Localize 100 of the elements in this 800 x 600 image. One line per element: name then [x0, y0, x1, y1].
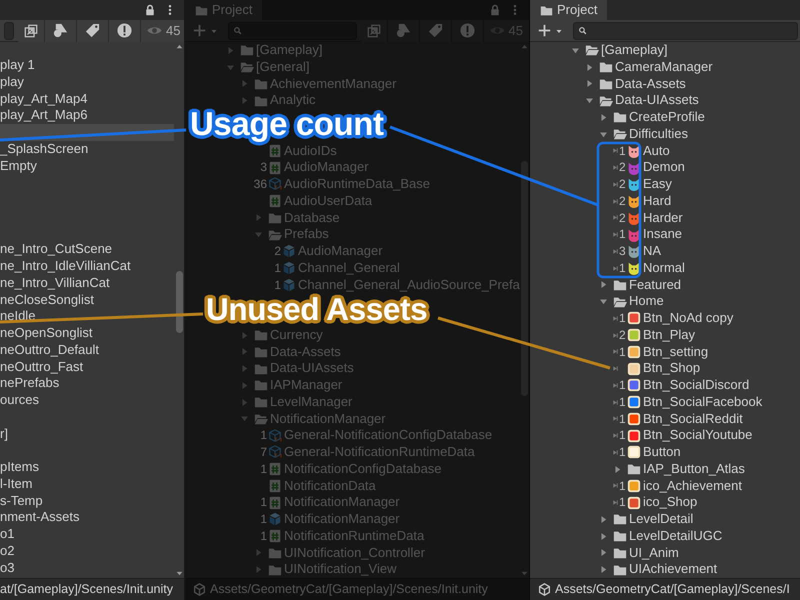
unused-assets-button[interactable]: [108, 20, 140, 42]
project-tab[interactable]: Project: [530, 0, 608, 20]
scene-item-label[interactable]: neIdle: [0, 308, 36, 324]
tree-item-label[interactable]: Hard: [643, 192, 672, 210]
sub-asset-arrow-icon[interactable]: [612, 365, 619, 372]
search-field[interactable]: [4, 22, 14, 40]
usage-count: 2: [619, 192, 626, 210]
tree-item-label[interactable]: Harder: [643, 210, 683, 226]
scene-item-label[interactable]: neOpenSonglist: [0, 325, 93, 340]
folder-icon: [240, 43, 254, 58]
tree-item-label[interactable]: [Gameplay]: [601, 42, 668, 59]
scene-item-label[interactable]: nment-Assets: [0, 509, 80, 524]
scene-item-label[interactable]: neCloseSonglist: [0, 292, 94, 306]
sub-asset-arrow-icon[interactable]: [612, 264, 619, 272]
sub-asset-arrow-icon[interactable]: [612, 214, 619, 222]
warning-icon: [117, 23, 132, 38]
sub-asset-arrow-icon[interactable]: [612, 482, 619, 490]
hidden-packages-toggle[interactable]: 45: [140, 20, 184, 42]
scene-item-label[interactable]: o3: [0, 560, 14, 574]
sub-asset-arrow-icon[interactable]: [612, 332, 619, 339]
scene-item-label[interactable]: play_Art_Map4: [0, 90, 88, 106]
lock-icon[interactable]: [144, 4, 156, 16]
scene-item-label[interactable]: o2: [0, 542, 14, 558]
tree-item-label[interactable]: Btn_Shop: [643, 360, 700, 377]
scene-item-label[interactable]: l-Item: [0, 476, 32, 491]
scene-item-label[interactable]: neOuttro_Fast: [0, 358, 84, 374]
sub-asset-arrow-icon[interactable]: [612, 432, 619, 440]
tree-item-label[interactable]: Featured: [629, 276, 682, 294]
tree-item-label[interactable]: ico_Achievement: [643, 478, 742, 494]
sub-asset-arrow-icon[interactable]: [612, 248, 619, 255]
script-icon: [268, 496, 282, 510]
sub-asset-arrow-icon[interactable]: [612, 348, 619, 356]
sub-asset-arrow-icon[interactable]: [612, 180, 619, 188]
tree-item-label[interactable]: Data-UIAssets: [615, 92, 699, 109]
tree-item-label[interactable]: Home: [629, 293, 664, 310]
sub-asset-arrow-icon[interactable]: [612, 398, 619, 406]
tree-item-label[interactable]: Btn_SocialFacebook: [643, 394, 762, 410]
tree-item-label[interactable]: Insane: [643, 226, 682, 243]
tree-item-label[interactable]: CreateProfile: [629, 109, 705, 126]
tree-item-label[interactable]: LevelDetailUGC: [629, 528, 722, 544]
usage-count: 2: [619, 176, 626, 193]
scene-item-label[interactable]: play: [0, 74, 24, 89]
scene-item-label[interactable]: ne_Intro_VillianCat: [0, 274, 110, 290]
sub-asset-arrow-icon[interactable]: [612, 147, 619, 154]
tree-item-label[interactable]: Button: [643, 444, 681, 461]
folder-icon: [540, 4, 553, 16]
scene-item-label[interactable]: ources: [0, 392, 40, 407]
scrollbar-thumb[interactable]: [520, 161, 528, 396]
tree-item-label[interactable]: Easy: [643, 176, 672, 193]
scene-item-label[interactable]: ne_Intro_CutScene: [0, 241, 112, 256]
tree-item-label[interactable]: IAP_Button_Atlas: [643, 460, 745, 478]
tree-item-label[interactable]: NA: [643, 243, 662, 260]
scene-item-label[interactable]: ne_Intro_IdleVillianCat: [0, 258, 131, 273]
search-field[interactable]: [228, 22, 357, 40]
scene-item-label[interactable]: nePrefabs: [0, 375, 60, 390]
scene-item-label[interactable]: play 1: [0, 57, 35, 72]
open-folder-icon: [268, 228, 282, 242]
scene-item-label[interactable]: o1: [0, 526, 14, 541]
tree-item-label[interactable]: Btn_SocialDiscord: [643, 377, 750, 394]
scene-item-label[interactable]: Empty: [0, 158, 37, 172]
tree-item-label[interactable]: Btn_SocialYoutube: [643, 427, 752, 444]
scene-item-label[interactable]: neOuttro_Default: [0, 342, 100, 357]
tree-item-label[interactable]: Auto: [643, 142, 670, 160]
scene-item-label[interactable]: _SplashScreen: [0, 140, 88, 156]
filter-type-button[interactable]: [44, 20, 76, 42]
usage-count: 1: [619, 344, 626, 360]
tree-item-label[interactable]: ico_Shop: [643, 494, 698, 511]
usage-count: 1: [619, 260, 626, 276]
tree-item-label[interactable]: Difficulties: [629, 126, 688, 142]
scene-item-label[interactable]: s-Temp: [0, 492, 43, 508]
folder-icon: [268, 210, 282, 225]
sub-asset-arrow-icon[interactable]: [612, 198, 619, 205]
tree-item-label[interactable]: Btn_NoAd copy: [643, 310, 734, 327]
sub-asset-arrow-icon[interactable]: [612, 164, 619, 172]
scene-item-label[interactable]: play_Art_Map6: [0, 107, 88, 122]
sub-asset-arrow-icon[interactable]: [612, 231, 619, 238]
tree-item-label[interactable]: UIAchievement: [629, 561, 718, 578]
open-folder-icon: [613, 127, 627, 142]
tree-item-label[interactable]: Btn_Play: [643, 326, 696, 344]
tree-item-label[interactable]: CameraManager: [615, 58, 713, 76]
scrollbar-thumb[interactable]: [176, 271, 182, 333]
filter-label-button[interactable]: [76, 20, 108, 42]
scene-item-label[interactable]: r]: [0, 426, 8, 440]
sub-asset-arrow-icon[interactable]: [612, 382, 619, 389]
scene-item-label[interactable]: pItems: [0, 459, 40, 474]
sub-asset-arrow-icon[interactable]: [612, 314, 619, 322]
tree-item-label[interactable]: Btn_SocialReddit: [643, 410, 743, 428]
search-field[interactable]: [573, 22, 798, 40]
tree-item-label[interactable]: Btn_setting: [643, 344, 708, 360]
tree-item-label[interactable]: UI_Anim: [629, 544, 679, 562]
sub-asset-arrow-icon[interactable]: [612, 415, 619, 422]
sub-asset-arrow-icon[interactable]: [612, 499, 619, 506]
warning-icon: [460, 23, 475, 38]
cube-outline-icon: [268, 445, 282, 460]
tree-item-label[interactable]: Data-Assets: [615, 76, 686, 92]
cube-outline-icon: [268, 177, 282, 192]
tree-item-label[interactable]: Demon: [643, 159, 685, 176]
tree-item-label[interactable]: LevelDetail: [629, 511, 694, 528]
tree-item-label[interactable]: Normal: [643, 260, 685, 276]
sub-asset-arrow-icon[interactable]: [612, 448, 619, 456]
